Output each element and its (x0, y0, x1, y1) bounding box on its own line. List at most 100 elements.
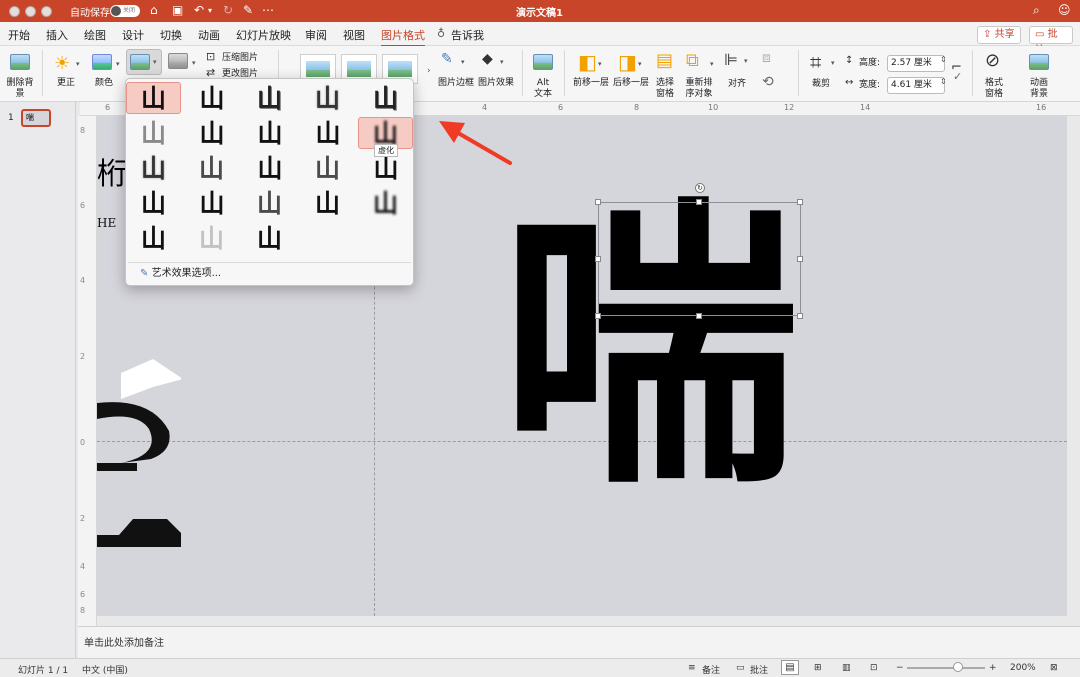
picture-effects-button[interactable]: 图片效果 (478, 78, 514, 89)
send-backward-button[interactable]: 后移一层 (612, 78, 650, 89)
effect-marker[interactable]: 山 (184, 82, 239, 114)
width-stepper[interactable]: ⇕ (940, 77, 947, 86)
effect-light-screen[interactable]: 山 (126, 152, 181, 184)
left-text-glyph[interactable]: 桁 (97, 160, 127, 190)
effect-watercolor-sponge[interactable]: 山 (184, 152, 239, 184)
color-button[interactable]: 颜色 (92, 78, 116, 89)
edit-icon[interactable]: ✎ (243, 3, 253, 17)
effect-plastic-wrap[interactable]: 山 (358, 187, 413, 219)
tell-me-search[interactable]: 告诉我 (451, 27, 484, 43)
effect-glow-edges[interactable]: 山 (242, 222, 297, 254)
tab-home[interactable]: 开始 (8, 27, 30, 43)
bring-forward-icon[interactable]: ◧ (578, 50, 597, 74)
animate-background-button[interactable]: 动画背景 (1026, 78, 1052, 100)
tab-design[interactable]: 设计 (122, 27, 144, 43)
effect-line-drawing[interactable]: 山 (358, 82, 413, 114)
slide-sorter-icon[interactable]: ⊞ (814, 663, 822, 673)
language-indicator[interactable]: 中文 (中国) (82, 663, 128, 676)
format-pane-button[interactable]: 格式窗格 (982, 78, 1006, 100)
tab-animations[interactable]: 动画 (198, 27, 220, 43)
reorder-objects-button[interactable]: 重新排序对象 (684, 78, 714, 100)
bring-forward-button[interactable]: 前移一层 (572, 78, 610, 89)
tab-slideshow[interactable]: 幻灯片放映 (236, 27, 291, 43)
selection-pane-icon[interactable]: ▤ (656, 50, 673, 71)
picture-styles-more-icon[interactable]: › (427, 66, 431, 76)
effect-film-grain[interactable]: 山 (242, 152, 297, 184)
notes-toggle[interactable]: 备注 (702, 663, 720, 676)
comments-toggle[interactable]: 批注 (750, 663, 768, 676)
tab-review[interactable]: 审阅 (305, 27, 327, 43)
alt-text-button[interactable]: Alt 文本 (531, 78, 555, 100)
share-button[interactable]: ⇪ 共享 (977, 26, 1021, 44)
zoom-slider[interactable] (907, 667, 985, 669)
undo-icon[interactable]: ↶ (194, 3, 204, 17)
crop-dropdown-icon[interactable]: ▾ (831, 59, 835, 67)
align-button[interactable]: 对齐 (726, 79, 748, 90)
resize-handle[interactable] (595, 313, 601, 319)
effect-mosaic-bubbles[interactable]: 山 (300, 152, 355, 184)
reorder-dropdown-icon[interactable]: ▾ (710, 60, 714, 68)
normal-view-icon[interactable]: ▤ (781, 660, 799, 675)
tab-view[interactable]: 视图 (343, 27, 365, 43)
remove-background-icon[interactable] (10, 54, 30, 70)
autosave-toggle[interactable]: 关闭 (110, 5, 140, 17)
alt-text-icon[interactable] (533, 54, 553, 70)
notes-placeholder[interactable]: 单击此处添加备注 (84, 634, 164, 649)
effect-pencil-grayscale[interactable]: 山 (242, 82, 297, 114)
corrections-dropdown-icon[interactable]: ▾ (76, 60, 80, 68)
smiley-icon[interactable]: ☺ (1058, 3, 1071, 17)
height-stepper[interactable]: ⇕ (940, 55, 947, 64)
height-field[interactable]: 2.57 厘米 (887, 55, 945, 72)
reading-view-icon[interactable]: ▥ (842, 663, 851, 673)
crop-button[interactable]: 裁剪 (810, 79, 832, 90)
animate-background-icon[interactable] (1029, 54, 1049, 70)
zoom-out-icon[interactable]: − (896, 663, 904, 673)
tab-draw[interactable]: 绘图 (84, 27, 106, 43)
send-backward-dropdown-icon[interactable]: ▾ (638, 60, 642, 68)
selection-box[interactable]: ↻ (595, 183, 803, 319)
zoom-window-button[interactable] (41, 6, 52, 17)
zoom-in-icon[interactable]: + (989, 663, 997, 673)
left-graphic[interactable] (97, 359, 181, 549)
fit-slide-icon[interactable]: ⊠ (1050, 663, 1058, 673)
corrections-button[interactable]: 更正 (54, 78, 78, 89)
bring-forward-dropdown-icon[interactable]: ▾ (598, 60, 602, 68)
search-icon[interactable]: ⌕ (1033, 3, 1040, 18)
effect-paint-strokes[interactable]: 山 (184, 117, 239, 149)
sun-icon[interactable]: ☀ (54, 53, 70, 74)
color-dropdown-icon[interactable]: ▾ (116, 60, 120, 68)
zoom-level[interactable]: 200% (1010, 663, 1036, 673)
picture-border-button[interactable]: 图片边框 (438, 78, 474, 89)
effect-chalk-sketch[interactable]: 山 (126, 117, 181, 149)
close-window-button[interactable] (9, 6, 20, 17)
align-icon[interactable]: ⊫ (724, 50, 738, 69)
zoom-slider-thumb[interactable] (953, 662, 963, 672)
resize-handle[interactable] (696, 313, 702, 319)
border-dropdown-icon[interactable]: ▾ (461, 58, 465, 66)
effect-none[interactable]: 山 (126, 82, 181, 114)
crop-icon[interactable]: ⌗ (810, 50, 821, 74)
effect-pastels-smooth[interactable]: 山 (300, 187, 355, 219)
save-icon[interactable]: ▣ (172, 3, 183, 17)
selection-pane-button[interactable]: 选择窗格 (654, 78, 676, 100)
slide-thumbnail[interactable]: 喘 (21, 109, 51, 127)
left-text-latin[interactable]: HE (97, 216, 116, 230)
resize-handle[interactable] (797, 313, 803, 319)
slideshow-icon[interactable]: ⊡ (870, 663, 878, 673)
resize-handle[interactable] (595, 256, 601, 262)
artistic-effects-button[interactable]: ▾ (126, 49, 162, 75)
effect-cement[interactable]: 山 (126, 187, 181, 219)
comments-button[interactable]: ▭ 批注 (1029, 26, 1073, 56)
compress-pictures-button[interactable]: 压缩图片 (222, 53, 262, 64)
effect-glow-diffused[interactable]: 山 (300, 117, 355, 149)
resize-handle[interactable] (797, 256, 803, 262)
send-backward-icon[interactable]: ◨ (618, 50, 637, 74)
minimize-window-button[interactable] (25, 6, 36, 17)
reorder-icon[interactable]: ⧉ (686, 50, 699, 71)
resize-handle[interactable] (696, 199, 702, 205)
effect-crisscross-etching[interactable]: 山 (242, 187, 297, 219)
effect-pencil-sketch[interactable]: 山 (300, 82, 355, 114)
more-icon[interactable]: ⋯ (262, 3, 274, 17)
resize-handle[interactable] (797, 199, 803, 205)
color-icon[interactable] (92, 54, 112, 70)
